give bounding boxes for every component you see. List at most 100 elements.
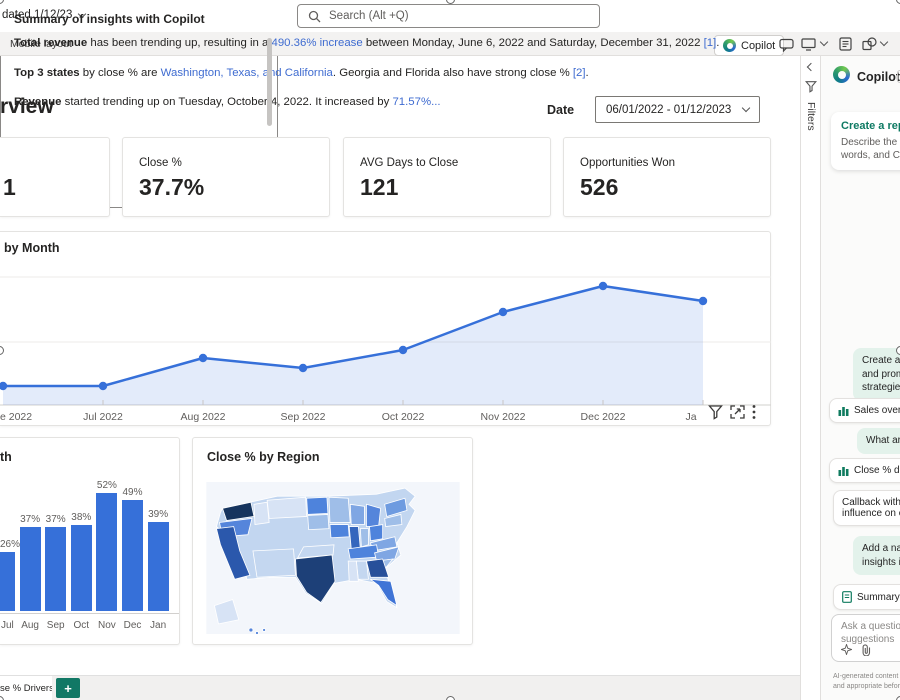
bar-value-label: 38%: [71, 512, 91, 523]
focus-mode-icon[interactable]: [730, 405, 745, 419]
more-options-icon[interactable]: [752, 404, 756, 420]
x-category-label: Jul: [1, 620, 14, 631]
x-tick-label: Dec 2022: [581, 411, 626, 423]
filters-pane-collapsed[interactable]: Filters: [800, 56, 820, 700]
document-icon: [842, 591, 852, 603]
sparkle-icon[interactable]: [841, 644, 852, 655]
filter-icon[interactable]: [708, 404, 723, 420]
reply-card-text: Callback within 3 influence on clos: [842, 497, 900, 519]
copilot-action-card[interactable]: Sales overvie: [829, 398, 900, 423]
bar-chart-icon: [838, 405, 849, 416]
kpi-value: 37.7%: [139, 174, 204, 201]
x-category-label: Oct: [74, 620, 90, 631]
bar-value-label: 49%: [122, 487, 142, 498]
summary-paragraph: Revenue started trending up on Tuesday, …: [14, 94, 876, 111]
kpi-value: 121: [360, 174, 398, 201]
data-point[interactable]: [199, 354, 207, 362]
user-chat-bubble[interactable]: Add a narra insights in t: [853, 536, 900, 575]
bar-chart-icon: [838, 465, 849, 476]
x-category-label: Nov: [98, 620, 116, 631]
data-point[interactable]: [399, 346, 407, 354]
bar[interactable]: [148, 522, 169, 611]
x-category-label: Jan: [150, 620, 166, 631]
summary-title: Summary of insights with Copilot: [14, 12, 876, 26]
powerbi-app: dated 1/12/23 Search (Alt +Q) Mobile lay…: [0, 0, 900, 700]
bar-value-label: 52%: [97, 480, 117, 491]
scrollbar[interactable]: [267, 38, 272, 126]
data-point[interactable]: [299, 364, 307, 372]
copilot-suggestion-card[interactable]: Create a repo Describe the rep words, an…: [831, 112, 900, 170]
kpi-card-opps-won[interactable]: Opportunities Won 526: [563, 137, 771, 217]
x-category-label: Aug: [21, 620, 39, 631]
map-title: Close % by Region: [207, 450, 320, 464]
copilot-input[interactable]: Ask a question or suggestions: [831, 614, 900, 662]
link-text[interactable]: 71.57%...: [392, 96, 440, 108]
suggestion-title: Create a repo: [841, 120, 900, 132]
bar-value-label: 37%: [46, 514, 66, 525]
kpi-card-close-pct[interactable]: Close % 37.7%: [122, 137, 330, 217]
kpi-label: Opportunities Won: [580, 157, 675, 169]
add-page-button[interactable]: +: [56, 678, 80, 698]
data-point[interactable]: [699, 297, 707, 305]
us-map[interactable]: [203, 482, 463, 634]
x-tick-label: Ja: [685, 411, 696, 423]
x-category-label: Dec: [124, 620, 142, 631]
citation-link[interactable]: [1]: [704, 37, 717, 49]
x-category-label: Sep: [47, 620, 65, 631]
data-point[interactable]: [99, 382, 107, 390]
x-tick-label: e 2022: [0, 411, 32, 423]
bar[interactable]: [122, 500, 143, 611]
suggestion-body: Describe the rep words, and Copi: [841, 136, 900, 162]
copilot-action-card[interactable]: Close % drive: [829, 458, 900, 483]
attach-icon[interactable]: [861, 644, 871, 656]
bar[interactable]: [71, 525, 92, 611]
ai-disclaimer: AI-generated content c and appropriate b…: [833, 672, 900, 691]
link-text[interactable]: Washington, Texas, and California: [161, 67, 333, 79]
copilot-action-card[interactable]: Summary cre: [833, 584, 900, 610]
summary-content: Summary of insights with Copilot Total r…: [14, 12, 876, 124]
bar[interactable]: [0, 552, 15, 611]
action-card-label: Summary cre: [857, 592, 900, 603]
user-chat-bubble[interactable]: What are t: [857, 428, 900, 454]
data-point[interactable]: [599, 282, 607, 290]
visual-toolbar: [708, 404, 756, 420]
line-chart[interactable]: e 2022Jul 2022Aug 2022Sep 2022Oct 2022No…: [0, 232, 771, 427]
selection-handle[interactable]: [446, 696, 455, 700]
page-tab-close-drivers[interactable]: se % Drivers: [0, 676, 52, 700]
action-card-label: Sales overvie: [854, 405, 900, 416]
link-text[interactable]: 490.36% increase: [272, 37, 363, 49]
kpi-value: 526: [580, 174, 618, 201]
copilot-panel-title: Copilot: [857, 70, 900, 84]
kpi-card-avg-days[interactable]: AVG Days to Close 121: [343, 137, 551, 217]
copilot-reply-card[interactable]: Callback within 3 influence on clos: [833, 490, 900, 526]
data-point[interactable]: [499, 308, 507, 316]
bar-value-label: 37%: [20, 514, 40, 525]
line-area: [3, 286, 703, 405]
bar[interactable]: [45, 527, 66, 611]
map-card[interactable]: Close % by Region: [192, 437, 473, 645]
citation-link[interactable]: [2]: [573, 67, 586, 79]
bar-value-label: 26%: [0, 539, 20, 550]
x-tick-label: Aug 2022: [181, 411, 226, 423]
x-tick-label: Jul 2022: [83, 411, 123, 423]
kpi-card-clipped[interactable]: 1: [0, 137, 110, 217]
filter-icon: [805, 80, 817, 93]
kpi-label: AVG Days to Close: [360, 157, 458, 169]
x-tick-label: Oct 2022: [382, 411, 425, 423]
input-placeholder: Ask a question or suggestions: [841, 621, 900, 646]
filters-pane-label: Filters: [805, 102, 817, 131]
selection-handle[interactable]: [896, 346, 900, 355]
summary-paragraph: Top 3 states by close % are Washington, …: [14, 65, 876, 82]
bar[interactable]: [96, 493, 117, 611]
selection-handle[interactable]: [896, 696, 900, 700]
copilot-panel: Copilot Pr Create a repo Describe the re…: [820, 56, 900, 700]
bar-chart[interactable]: 26%Jul37%Aug37%Sep38%Oct52%Nov49%Dec39%J…: [0, 438, 179, 644]
line-chart-card[interactable]: by Month e 2022Jul 2022Aug 2022Sep 2022O…: [0, 231, 771, 426]
copilot-icon: [833, 66, 850, 83]
bar[interactable]: [20, 527, 41, 611]
bar-chart-card[interactable]: th 26%Jul37%Aug37%Sep38%Oct52%Nov49%Dec3…: [0, 437, 180, 645]
expand-pane-icon[interactable]: [807, 63, 815, 71]
user-chat-bubble[interactable]: Create a re and promo strategies.: [853, 348, 900, 401]
kpi-label: Close %: [139, 157, 182, 169]
action-card-label: Close % drive: [854, 465, 900, 476]
